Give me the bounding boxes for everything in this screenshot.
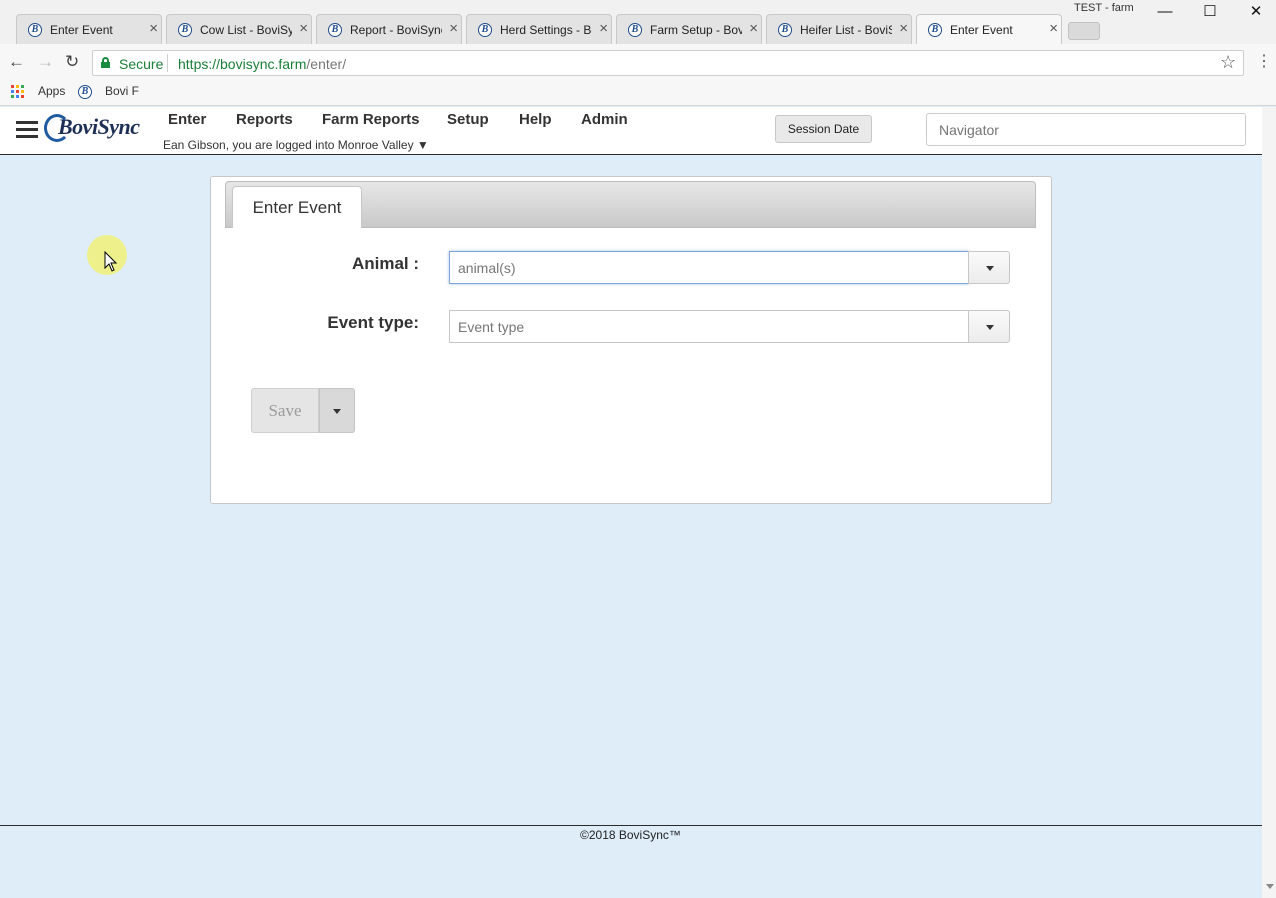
event-type-dropdown-button[interactable] [968,310,1010,343]
browser-tab-active[interactable]: B Enter Event × [908,14,1070,44]
event-type-label: Event type: [327,313,419,332]
bookmark-apps[interactable]: Apps [38,84,65,98]
bovisync-favicon-icon: B [628,23,642,37]
minimize-icon[interactable]: — [1143,3,1187,23]
bookmark-bovi[interactable]: Bovi F [105,84,139,98]
event-type-input[interactable] [449,310,969,343]
nav-help[interactable]: Help [519,111,552,128]
maximize-icon[interactable]: ☐ [1188,3,1232,23]
bookmarks-bar [0,82,1276,106]
browser-tab[interactable]: B Report - BoviSync × [308,14,470,44]
bovisync-favicon-icon: B [928,23,942,37]
scroll-down-icon[interactable] [1266,884,1274,889]
session-date-button[interactable]: Session Date [775,115,872,143]
bovisync-favicon-icon: B [328,23,342,37]
save-button[interactable]: Save [251,388,319,433]
close-window-icon[interactable]: ✕ [1234,3,1276,23]
nav-admin[interactable]: Admin [581,111,628,128]
chevron-down-icon [333,409,341,414]
browser-tab[interactable]: B Farm Setup - BoviSync × [608,14,770,44]
browser-tab[interactable]: B Cow List - BoviSync × [158,14,320,44]
logo-text: BoviSync [58,114,140,139]
url-text[interactable]: https://bovisync.farm/enter/ [178,56,346,72]
chevron-down-icon [986,325,994,330]
chevron-down-icon [986,266,994,271]
back-arrow-icon[interactable]: ← [8,53,25,71]
animal-input[interactable] [449,251,969,284]
tab-close-icon[interactable]: × [449,21,458,37]
tab-title: Farm Setup - BoviSync [650,23,742,37]
navigator-input[interactable] [926,113,1246,146]
bookmark-star-icon[interactable]: ☆ [1220,52,1236,73]
reload-icon[interactable]: ↻ [65,53,79,71]
tab-close-icon[interactable]: × [149,21,158,37]
tab-enter-event[interactable]: Enter Event [232,186,362,228]
tab-title: Herd Settings - BoviSync [500,23,592,37]
tab-close-icon[interactable]: × [749,21,758,37]
tab-close-icon[interactable]: × [1049,21,1058,37]
save-options-dropdown-button[interactable] [319,388,355,433]
browser-tab[interactable]: B Heifer List - BoviSync × [758,14,920,44]
url-path: /enter/ [306,56,347,72]
bovisync-logo[interactable]: BoviSync [44,112,154,144]
browser-menu-icon[interactable]: ⋮ [1256,52,1272,72]
nav-farm-reports[interactable]: Farm Reports [322,111,420,128]
animal-label: Animal : [351,254,419,273]
animal-dropdown-button[interactable] [968,251,1010,284]
lock-body [101,62,110,68]
address-divider [167,54,168,72]
footer-divider [0,825,1262,826]
forward-arrow-icon[interactable]: → [37,53,54,71]
url-host: https://bovisync.farm [178,56,307,72]
bovisync-favicon-icon: B [28,23,42,37]
tab-close-icon[interactable]: × [599,21,608,37]
tab-title: Report - BoviSync [350,23,442,37]
bovisync-favicon-icon: B [78,85,92,99]
tab-close-icon[interactable]: × [899,21,908,37]
tab-title: Cow List - BoviSync [200,23,292,37]
apps-grid-icon[interactable] [11,85,25,99]
tab-title: Enter Event [50,23,113,37]
browser-profile-name[interactable]: TEST - farm [1074,2,1134,14]
tab-close-icon[interactable]: × [299,21,308,37]
lock-icon [101,57,110,68]
tab-title: Enter Event [950,23,1013,37]
bovisync-favicon-icon: B [478,23,492,37]
page-scrollbar[interactable] [1262,107,1276,898]
bovisync-favicon-icon: B [178,23,192,37]
secure-label[interactable]: Secure [119,56,163,72]
browser-tab[interactable]: B Enter Event × [8,14,170,44]
nav-setup[interactable]: Setup [447,111,489,128]
nav-enter[interactable]: Enter [168,111,206,128]
bovisync-favicon-icon: B [778,23,792,37]
mouse-pointer-icon [104,251,118,272]
new-tab-button[interactable] [1068,22,1100,40]
nav-reports[interactable]: Reports [236,111,293,128]
browser-tab[interactable]: B Herd Settings - BoviSync × [458,14,620,44]
tab-title: Heifer List - BoviSync [800,23,892,37]
copyright-text: ©2018 BoviSync™ [580,828,681,842]
hamburger-menu-icon[interactable] [16,121,38,139]
farm-switcher[interactable]: Ean Gibson, you are logged into Monroe V… [163,138,429,152]
